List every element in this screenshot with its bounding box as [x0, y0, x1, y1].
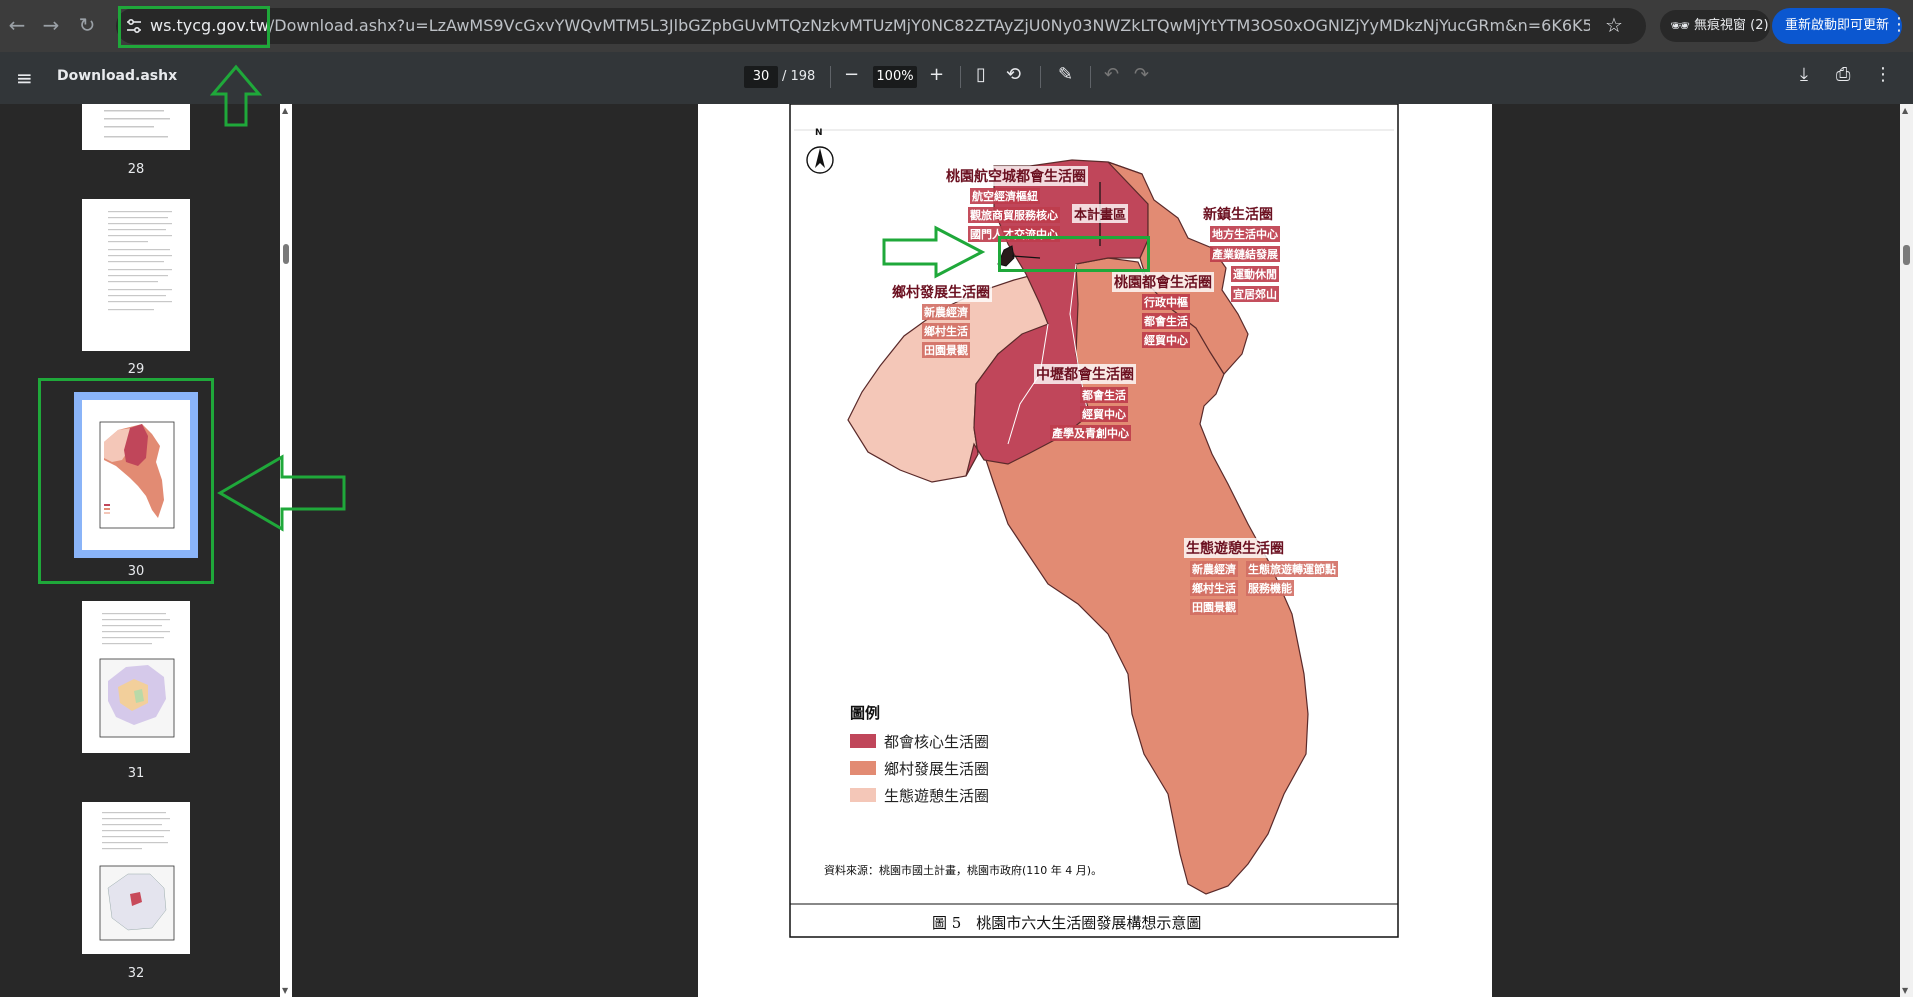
- sub-airport-1: 航空經濟樞紐: [970, 188, 1040, 204]
- back-icon[interactable]: ←: [4, 12, 30, 38]
- thumbnail-page-31[interactable]: [82, 601, 190, 753]
- annotation-right-arrow-icon: [882, 225, 986, 279]
- label-eco: 生態遊憩生活圈: [1184, 538, 1286, 558]
- figure-caption: 圖 5 桃園市六大生活圈發展構想示意圖: [932, 914, 1202, 932]
- thumbnail-map-preview: [99, 812, 175, 941]
- zoom-out-icon[interactable]: −: [844, 64, 859, 85]
- thumbnail-page-28[interactable]: [82, 104, 190, 150]
- sub-eco-5: 田園景觀: [1190, 599, 1238, 615]
- thumbnail-label: 32: [127, 966, 145, 981]
- hamburger-menu-icon[interactable]: ≡: [16, 66, 33, 90]
- page-total: / 198: [782, 69, 816, 84]
- label-zhongli: 中壢都會生活圈: [1034, 364, 1136, 384]
- annotation-left-arrow-icon: [217, 454, 346, 532]
- thumbnail-label: 31: [127, 766, 145, 781]
- rotate-icon[interactable]: ⟲: [1006, 64, 1021, 85]
- sub-xinzhen-2: 產業鏈結發展: [1210, 246, 1280, 262]
- pdf-toolbar: [0, 52, 1913, 104]
- label-xinzhen: 新鎮生活圈: [1201, 204, 1275, 224]
- update-label: 重新啟動即可更新: [1784, 18, 1889, 33]
- legend-label-rural: 鄉村發展生活圈: [884, 760, 990, 778]
- source-note: 資料來源：桃園市國土計畫，桃園市政府(110 年 4 月)。: [824, 864, 1103, 877]
- more-options-icon[interactable]: ⋮: [1874, 64, 1892, 85]
- redo-icon[interactable]: ↷: [1134, 64, 1149, 85]
- annotation-up-arrow-icon: [210, 64, 262, 127]
- north-label: N: [815, 128, 823, 138]
- incognito-label: 無痕視窗 (2): [1694, 18, 1769, 33]
- annotation-plan-area-highlight: [998, 236, 1150, 272]
- main-scroll-up-icon[interactable]: ▲: [1902, 106, 1908, 115]
- sub-rural-3: 田園景觀: [922, 342, 970, 358]
- annotation-thumbnail-highlight: [38, 378, 214, 584]
- legend-swatch-eco: [850, 788, 876, 802]
- legend-label-core: 都會核心生活圈: [884, 733, 990, 751]
- sub-rural-2: 鄉村生活: [922, 323, 970, 339]
- main-scroll-thumb[interactable]: [1903, 245, 1910, 265]
- thumbnail-text-lines: [104, 110, 170, 138]
- toolbar-divider: [960, 66, 961, 88]
- scroll-up-icon[interactable]: ▲: [282, 106, 288, 115]
- thumbnail-map-preview: [99, 613, 175, 738]
- sub-rural-1: 新農經濟: [922, 304, 970, 320]
- sub-taoyuan-3: 經貿中心: [1142, 332, 1190, 348]
- thumbnail-text-lines: [108, 211, 172, 311]
- sub-eco-2: 生態旅遊轉運節點: [1246, 561, 1338, 577]
- sidebar-scrollbar[interactable]: [280, 104, 292, 997]
- forward-icon[interactable]: →: [38, 12, 64, 38]
- download-icon[interactable]: ⤓: [1800, 64, 1808, 85]
- thumbnail-label: 29: [127, 362, 145, 377]
- annotate-pen-icon[interactable]: ✎: [1058, 64, 1073, 85]
- sub-zhongli-2: 經貿中心: [1080, 406, 1128, 422]
- sub-taoyuan-2: 都會生活: [1142, 313, 1190, 329]
- main-scrollbar[interactable]: [1900, 104, 1913, 997]
- sub-zhongli-3: 產學及青創中心: [1050, 425, 1131, 441]
- label-rural: 鄉村發展生活圈: [890, 282, 992, 302]
- zoom-in-icon[interactable]: +: [929, 64, 944, 85]
- page-number-input[interactable]: 30: [744, 66, 778, 88]
- label-airport-city: 桃園航空城都會生活圈: [944, 166, 1088, 186]
- url-text[interactable]: ws.tycg.gov.tw/Download.ashx?u=LzAwMS9Vc…: [150, 16, 1590, 35]
- sub-xinzhen-4: 宜居郊山: [1231, 286, 1279, 302]
- zoom-input[interactable]: 100%: [873, 66, 917, 88]
- toolbar-divider: [1040, 66, 1041, 88]
- sub-eco-3: 鄉村生活: [1190, 580, 1238, 596]
- document-title: Download.ashx: [57, 68, 178, 84]
- more-menu-icon[interactable]: ⋮: [1890, 14, 1908, 35]
- sub-xinzhen-1: 地方生活中心: [1210, 226, 1280, 242]
- thumbnail-label: 28: [127, 162, 145, 177]
- scroll-down-icon[interactable]: ▼: [282, 986, 288, 995]
- thumbnail-page-29[interactable]: [82, 199, 190, 351]
- url-path: /Download.ashx?u=LzAwMS9VcGxvYWQvMTM5L3J…: [268, 16, 1590, 35]
- sub-eco-4: 服務機能: [1246, 580, 1294, 596]
- sub-airport-2: 觀旅商貿服務核心: [968, 207, 1060, 223]
- toolbar-divider: [830, 66, 831, 88]
- sub-xinzhen-3: 運動休閒: [1231, 266, 1279, 282]
- legend-title: 圖例: [850, 704, 881, 722]
- undo-icon[interactable]: ↶: [1104, 64, 1119, 85]
- toolbar-divider: [1090, 66, 1091, 88]
- legend-swatch-core: [850, 734, 876, 748]
- label-taoyuan: 桃園都會生活圈: [1112, 272, 1214, 292]
- incognito-icon: 🕶: [1670, 16, 1691, 35]
- sub-zhongli-1: 都會生活: [1080, 387, 1128, 403]
- main-scroll-down-icon[interactable]: ▼: [1902, 986, 1908, 995]
- fit-page-icon[interactable]: ▯: [976, 64, 986, 85]
- update-button[interactable]: 重新啟動即可更新: [1772, 8, 1902, 44]
- print-icon[interactable]: ⎙: [1836, 64, 1850, 85]
- thumbnail-page-32[interactable]: [82, 802, 190, 954]
- label-plan-area: 本計畫區: [1072, 204, 1129, 223]
- sub-taoyuan-1: 行政中樞: [1142, 294, 1190, 310]
- reload-icon[interactable]: ↻: [74, 12, 100, 38]
- legend-swatch-rural: [850, 761, 876, 775]
- sidebar-scroll-thumb[interactable]: [283, 244, 289, 264]
- bookmark-star-icon[interactable]: ☆: [1605, 13, 1623, 37]
- annotation-url-highlight: [118, 6, 270, 48]
- sub-eco-1: 新農經濟: [1190, 561, 1238, 577]
- legend-label-eco: 生態遊憩生活圈: [884, 787, 990, 805]
